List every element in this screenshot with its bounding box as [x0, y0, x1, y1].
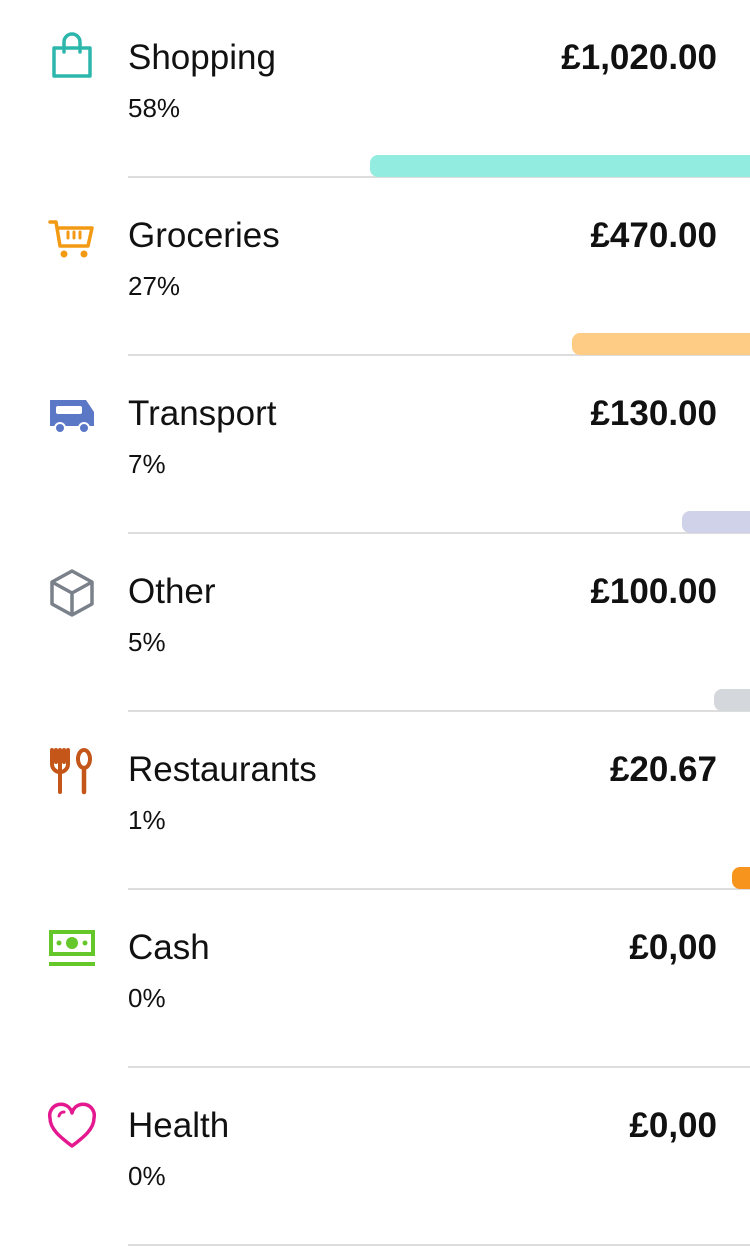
category-amount: £0,00	[629, 928, 717, 967]
shopping-cart-icon	[46, 210, 98, 262]
category-name: Shopping	[128, 38, 276, 77]
category-row-health[interactable]: Health 0% £0,00	[0, 1068, 750, 1246]
category-row-shopping[interactable]: Shopping 58% £1,020.00	[0, 0, 750, 178]
bus-icon	[46, 388, 98, 440]
heart-icon	[46, 1100, 98, 1152]
share-bar	[681, 511, 750, 533]
category-name: Other	[128, 572, 216, 611]
category-amount: £20.67	[609, 750, 717, 789]
category-name: Restaurants	[128, 750, 317, 789]
category-amount: £470.00	[590, 216, 717, 255]
category-percent: 7%	[128, 449, 166, 479]
category-percent: 1%	[128, 805, 166, 835]
cash-icon	[46, 922, 98, 974]
category-row-restaurants[interactable]: Restaurants 1% £20.67	[0, 712, 750, 890]
box-icon	[46, 566, 98, 618]
category-name: Health	[128, 1106, 230, 1145]
category-row-other[interactable]: Other 5% £100.00	[0, 534, 750, 712]
category-percent: 27%	[128, 271, 181, 301]
share-bar	[732, 867, 750, 889]
category-name: Cash	[128, 928, 210, 967]
share-bar	[572, 333, 750, 355]
category-name: Groceries	[128, 216, 280, 255]
shopping-bag-icon	[46, 32, 98, 84]
category-row-cash[interactable]: Cash 0% £0,00	[0, 890, 750, 1068]
category-percent: 0%	[128, 1161, 166, 1191]
category-row-transport[interactable]: Transport 7% £130.00	[0, 356, 750, 534]
category-percent: 58%	[128, 93, 181, 123]
category-amount: £1,020.00	[561, 38, 717, 77]
fork-spoon-icon	[46, 744, 98, 796]
category-percent: 0%	[128, 983, 166, 1013]
category-row-groceries[interactable]: Groceries 27% £470.00	[0, 178, 750, 356]
category-percent: 5%	[128, 627, 166, 657]
share-bar	[369, 155, 750, 177]
category-amount: £0,00	[629, 1106, 717, 1145]
spending-category-list: Shopping 58% £1,020.00 Groceries 27% £47…	[0, 0, 750, 1246]
category-name: Transport	[128, 394, 277, 433]
category-amount: £130.00	[590, 394, 717, 433]
share-bar	[714, 689, 750, 711]
category-amount: £100.00	[590, 572, 717, 611]
